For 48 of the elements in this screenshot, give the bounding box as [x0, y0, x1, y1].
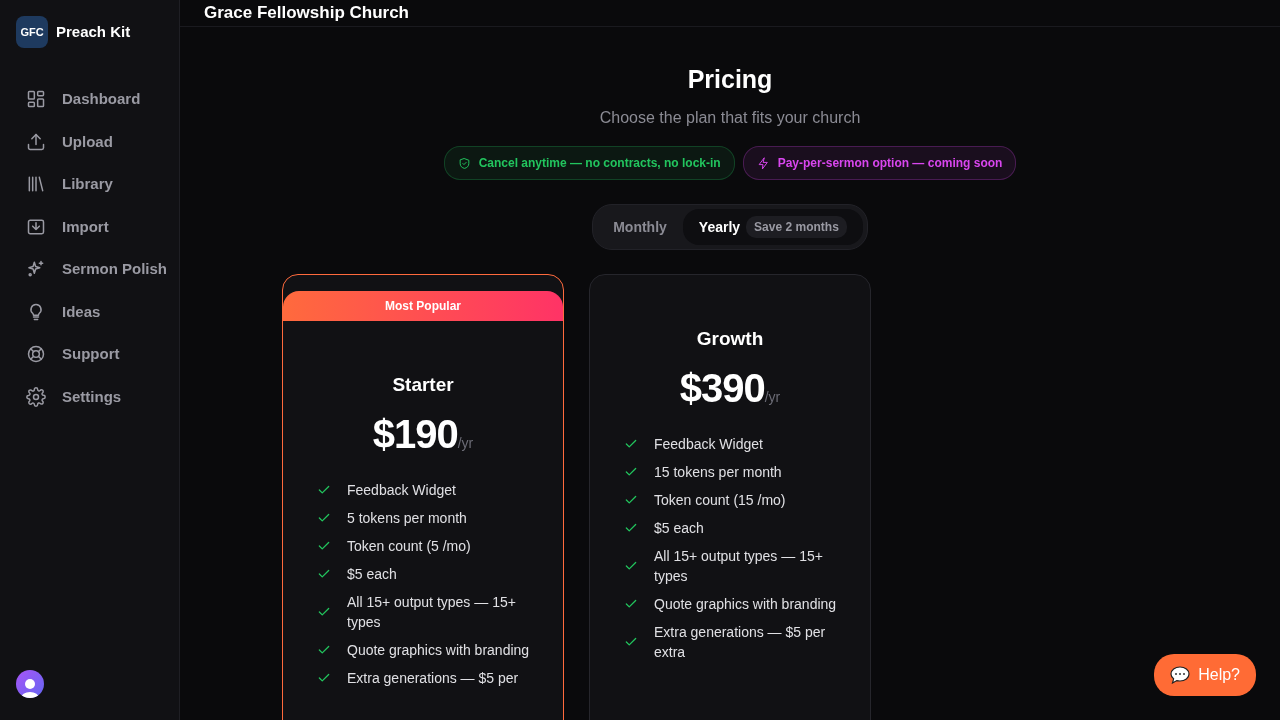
- info-pill: Pay-per-sermon option — coming soon: [742, 146, 1017, 180]
- feature-text: Feedback Widget: [654, 434, 763, 454]
- feature-text: 15 tokens per month: [654, 462, 782, 482]
- price-period: /yr: [457, 434, 474, 453]
- settings-icon: [26, 386, 46, 407]
- shield-icon: [457, 156, 471, 170]
- plan-name: Growth: [695, 327, 765, 351]
- plan-price: $390: [679, 364, 765, 412]
- lifebuoy-icon: [26, 344, 46, 365]
- sidebar-item[interactable]: Library: [0, 163, 179, 206]
- plan-name: Starter: [391, 373, 455, 397]
- sidebar-item[interactable]: Import: [0, 205, 179, 248]
- info-pill: Cancel anytime — no contracts, no lock-in: [443, 146, 735, 180]
- sidebar-item[interactable]: Settings: [0, 375, 179, 418]
- dashboard-icon: [26, 89, 46, 110]
- feature-text: Quote graphics with branding: [654, 594, 837, 614]
- feature-text: Quote graphics with branding: [347, 640, 530, 660]
- sidebar-item[interactable]: Sermon Polish: [0, 248, 179, 291]
- lightning-icon: [756, 156, 770, 170]
- feature-text: $5 each: [347, 564, 397, 584]
- plan-price: $190: [372, 410, 458, 458]
- feature-text: Token count (15 /mo): [654, 490, 786, 510]
- feature-text: All 15+ output types — 15+ types: [654, 546, 824, 586]
- feature-text: Extra generations — $5 per extra: [654, 622, 827, 662]
- sidebar-item[interactable]: Dashboard: [0, 78, 179, 121]
- pricing-subtitle: Choose the plan that fits your church: [599, 108, 861, 128]
- billing-option[interactable]: Yearly Save 2 months: [682, 209, 863, 245]
- upload-icon: [26, 131, 46, 152]
- pricing-heading: Pricing: [687, 63, 773, 95]
- user-avatar[interactable]: [16, 670, 44, 698]
- logo: GFC: [16, 16, 48, 48]
- price-period: /yr: [764, 388, 781, 407]
- sidebar-item[interactable]: Support: [0, 333, 179, 376]
- chat-bubble-icon: [1170, 666, 1191, 684]
- feature-text: Token count (5 /mo): [347, 536, 471, 556]
- app-name: Preach Kit: [56, 21, 131, 42]
- feature-text: All 15+ output types — 15+ types: [347, 592, 517, 632]
- feature-text: 5 tokens per month: [347, 508, 467, 528]
- page-title: Grace Fellowship Church: [204, 2, 409, 24]
- savings-tag: Save 2 months: [746, 216, 847, 238]
- sidebar-item[interactable]: Ideas: [0, 290, 179, 333]
- popular-banner: Most Popular: [283, 291, 563, 321]
- feature-text: Feedback Widget: [347, 480, 456, 500]
- sidebar-item[interactable]: Upload: [0, 120, 179, 163]
- person-icon: [20, 676, 40, 698]
- feature-text: $5 each: [654, 518, 704, 538]
- feature-text: Extra generations — $5 per: [347, 668, 519, 688]
- billing-option[interactable]: Monthly: [597, 209, 683, 245]
